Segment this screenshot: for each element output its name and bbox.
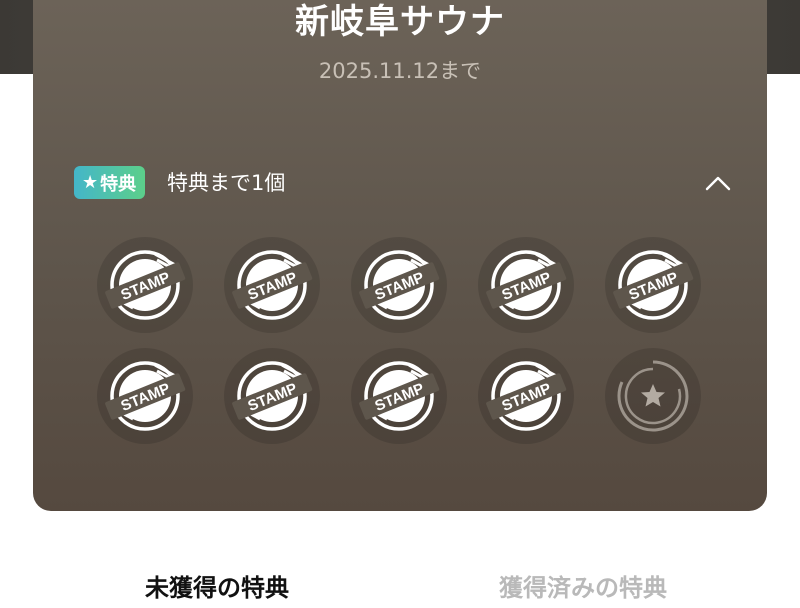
tab-unclaimed-benefits[interactable]: 未獲得の特典 [57,568,377,608]
stamp-slot-stamped: STAMP [224,237,320,333]
star-icon: ★ [82,172,99,193]
stamp-card: 新岐阜サウナ 2025.11.12まで ★ 特典 特典まで1個 STAMP STA… [33,0,767,511]
stamp-slot-stamped: STAMP [605,237,701,333]
benefit-tabs: 未獲得の特典 獲得済みの特典 [0,568,800,608]
benefit-progress-row[interactable]: ★ 特典 特典まで1個 [74,165,734,201]
expiry-date: 2025.11.12まで [318,59,482,83]
stamp-slot-stamped: STAMP [97,348,193,444]
stamp-slot-stamped: STAMP [351,237,447,333]
store-name: 新岐阜サウナ [295,2,505,42]
tab-claimed-benefits[interactable]: 獲得済みの特典 [423,568,743,608]
benefit-badge-label: 特典 [100,173,137,195]
stamp-slot-stamped: STAMP [478,348,574,444]
chevron-up-icon[interactable] [702,167,734,199]
stamp-slot-stamped: STAMP [97,237,193,333]
benefit-badge: ★ 特典 [74,166,146,199]
stamp-slot-stamped: STAMP [351,348,447,444]
star-icon [641,384,665,407]
benefit-progress-text: 特典まで1個 [167,171,286,195]
stamp-slot-stamped: STAMP [224,348,320,444]
stamp-slot-stamped: STAMP [478,237,574,333]
stamp-slot-goal [605,348,701,444]
